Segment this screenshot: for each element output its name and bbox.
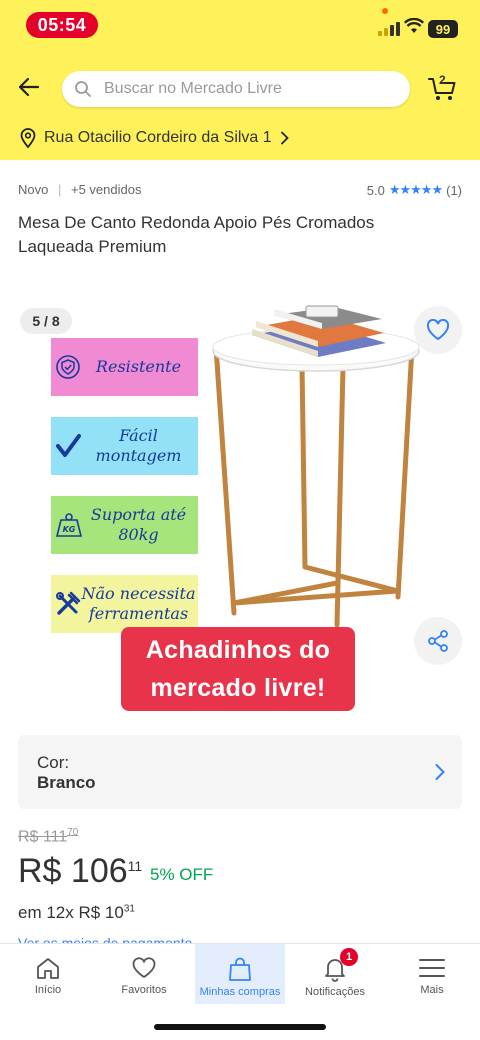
- current-price-cents: 11: [127, 858, 143, 874]
- search-input[interactable]: Buscar no Mercado Livre: [62, 71, 410, 107]
- feature-label: Resistente: [95, 357, 182, 376]
- nav-label: Notificações: [305, 986, 365, 998]
- color-label: Cor:: [37, 753, 70, 772]
- rating-stars-icon: ★★★★★: [388, 182, 443, 197]
- favorite-button[interactable]: [414, 306, 462, 354]
- shield-icon: [56, 355, 80, 379]
- payment-methods-link[interactable]: Ver os meios de pagamento: [18, 935, 192, 943]
- rating[interactable]: 5.0 ★★★★★ (1): [367, 182, 462, 198]
- menu-icon: [419, 959, 445, 977]
- installment-cents: 31: [123, 903, 135, 915]
- promo-line-2: mercado livre!: [150, 674, 326, 702]
- location-pin-icon: [20, 128, 36, 148]
- checkmark-icon: [56, 434, 81, 457]
- gallery-position: 5 / 8: [20, 308, 72, 334]
- search-placeholder: Buscar no Mercado Livre: [104, 80, 282, 97]
- nav-favorites[interactable]: Favoritos: [96, 944, 192, 1004]
- back-arrow-icon[interactable]: [16, 74, 42, 100]
- share-icon: [428, 630, 448, 652]
- review-count: (1): [446, 182, 462, 198]
- nav-label: Minhas compras: [199, 986, 281, 998]
- home-icon: [37, 958, 59, 979]
- weight-kg-icon: KG: [55, 513, 83, 537]
- notification-badge: 1: [340, 948, 358, 966]
- wifi-icon: [404, 18, 424, 33]
- nav-label: Mais: [420, 984, 444, 996]
- feature-card-weight-capacity: KG Suporta até 80kg: [51, 496, 198, 554]
- feature-card-resistant: Resistente: [51, 338, 198, 396]
- cart-count: 2: [439, 73, 446, 87]
- share-button[interactable]: [414, 617, 462, 665]
- feature-card-no-tools: Não necessita ferramentas: [51, 575, 198, 633]
- feature-card-easy-assembly: Fácil montagem: [51, 417, 198, 475]
- delivery-address[interactable]: Rua Otacilio Cordeiro da Silva 1: [20, 128, 290, 148]
- color-selector[interactable]: Cor: Branco: [18, 735, 462, 809]
- nav-home[interactable]: Início: [0, 944, 96, 1004]
- nav-notifications[interactable]: Notificações: [287, 944, 383, 1004]
- color-value: Branco: [37, 773, 96, 792]
- shopping-bag-icon: [229, 957, 251, 981]
- installments: em 12x R$ 1031: [18, 903, 135, 922]
- nav-more[interactable]: Mais: [384, 944, 480, 1004]
- recording-dot: [382, 8, 388, 14]
- product-title: Mesa De Canto Redonda Apoio Pés Cromados…: [18, 213, 375, 256]
- address-text: Rua Otacilio Cordeiro da Silva 1: [44, 129, 272, 146]
- sold-count: +5 vendidos: [71, 182, 142, 197]
- condition-label: Novo: [18, 182, 49, 197]
- promo-banner: Achadinhos do mercado livre!: [121, 627, 355, 711]
- chevron-right-icon: [435, 764, 445, 780]
- svg-text:KG: KG: [63, 525, 76, 534]
- home-indicator[interactable]: [154, 1024, 326, 1030]
- tools-icon: [56, 591, 81, 615]
- heart-icon: [132, 957, 156, 979]
- product-meta: Novo | +5 vendidos 5.0 ★★★★★ (1): [18, 182, 462, 198]
- search-icon: [75, 81, 91, 97]
- original-price: R$ 11170: [18, 827, 79, 846]
- nav-label: Favoritos: [121, 984, 167, 996]
- signal-icon: [378, 20, 400, 36]
- promo-line-1: Achadinhos do: [145, 636, 331, 664]
- chevron-right-icon: [280, 131, 289, 145]
- current-price: R$ 10611: [18, 852, 143, 890]
- meta-separator: |: [57, 182, 62, 197]
- original-price-cents: 70: [67, 827, 79, 838]
- nav-label: Início: [34, 984, 62, 996]
- heart-icon: [426, 319, 450, 341]
- status-time: 05:54: [26, 12, 98, 38]
- discount-badge: 5% OFF: [150, 865, 214, 884]
- rating-value: 5.0: [366, 182, 385, 198]
- nav-purchases[interactable]: Minhas compras: [195, 944, 285, 1004]
- battery-indicator: 99: [428, 20, 458, 38]
